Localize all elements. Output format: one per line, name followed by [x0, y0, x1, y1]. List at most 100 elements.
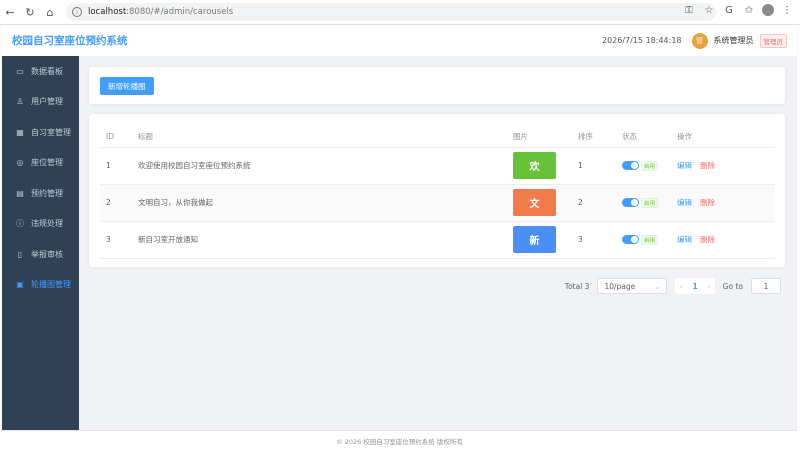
page-size-value: 10/page — [604, 281, 636, 291]
sidebar-item[interactable]: ▭ 数据看板 — [2, 56, 79, 87]
status-toggle[interactable] — [622, 198, 639, 207]
status-toggle[interactable] — [622, 161, 639, 170]
carousel-table: ID 标题 图片 排序 状态 操作 1 欢迎使用校园自习室座位预约系统欢 1 启用 编辑… — [100, 127, 775, 259]
cell-id: 2 — [100, 184, 138, 222]
status-tag: 启用 — [641, 160, 659, 171]
cell-image: 文 — [513, 184, 578, 222]
cell-order: 2 — [578, 184, 622, 222]
page-size-select[interactable]: 10/page ⌄ — [597, 278, 668, 294]
sidebar-item[interactable]: ⓘ 违规处理 — [2, 209, 79, 240]
sidebar-item[interactable]: ▤ 预约管理 — [2, 178, 79, 209]
home-icon[interactable]: ⌂ — [40, 0, 60, 25]
table-row: 2 文明自习，从你我做起文 2 启用 编辑 删除 — [100, 184, 775, 222]
star-icon[interactable]: ☆ — [702, 5, 716, 16]
role-badge: 管理员 — [759, 33, 787, 48]
edit-button[interactable]: 编辑 — [677, 235, 692, 244]
edit-button[interactable]: 编辑 — [677, 161, 692, 170]
user-icon: ♙ — [16, 97, 24, 107]
sidebar-item-label: 轮播图管理 — [31, 280, 71, 290]
sidebar-item-label: 座位管理 — [31, 158, 63, 168]
cell-title: 新自习室开放通知 — [138, 221, 513, 259]
delete-button[interactable]: 删除 — [700, 161, 715, 170]
delete-button[interactable]: 删除 — [700, 198, 715, 207]
header-actions[interactable]: 操作 — [677, 127, 775, 148]
back-icon[interactable]: ← — [0, 0, 20, 25]
extension-icon[interactable]: G — [722, 5, 736, 16]
delete-button[interactable]: 删除 — [700, 235, 715, 244]
picture-icon: ▣ — [16, 280, 24, 290]
add-carousel-button[interactable]: 新增轮播图 — [100, 77, 154, 95]
table-card: ID 标题 图片 排序 状态 操作 1 欢迎使用校园自习室座位预约系统欢 1 启用 编辑… — [89, 114, 785, 267]
prev-page-icon[interactable]: ‹ — [679, 282, 682, 291]
header-order[interactable]: 排序 — [578, 127, 622, 148]
status-tag: 启用 — [641, 197, 659, 208]
edit-button[interactable]: 编辑 — [677, 198, 692, 207]
cell-image: 欢 — [513, 147, 578, 185]
more-icon[interactable]: ⋮ — [780, 5, 794, 16]
building-icon: ▦ — [16, 127, 24, 137]
cell-title: 文明自习，从你我做起 — [138, 184, 513, 222]
carousel-thumbnail[interactable]: 文 — [513, 189, 556, 216]
goto-label: Go to — [722, 281, 743, 291]
header-status[interactable]: 状态 — [622, 127, 677, 148]
header-title[interactable]: 标题 — [138, 127, 513, 148]
cell-status: 启用 — [622, 147, 677, 185]
document-icon: ▯ — [17, 249, 23, 259]
avatar[interactable]: 管 — [691, 32, 708, 49]
location-icon: ◎ — [16, 158, 24, 168]
status-tag: 启用 — [641, 234, 659, 245]
cell-actions: 编辑 删除 — [677, 221, 775, 259]
url-host: localhost — [88, 7, 127, 17]
table-header-row: ID 标题 图片 排序 状态 操作 — [100, 127, 775, 148]
carousel-thumbnail[interactable]: 欢 — [513, 152, 556, 179]
next-page-icon[interactable]: › — [708, 282, 711, 291]
cell-actions: 编辑 删除 — [677, 147, 775, 185]
cell-title: 欢迎使用校园自习室座位预约系统 — [138, 147, 513, 185]
cell-order: 1 — [578, 147, 622, 185]
sidebar-item[interactable]: ♙ 用户管理 — [2, 87, 79, 118]
monitor-icon: ▭ — [16, 66, 24, 76]
status-toggle[interactable] — [622, 235, 639, 244]
sidebar-item-label: 违规处理 — [31, 219, 63, 229]
page-list: ‹ 1 › — [675, 278, 715, 294]
footer: © 2026 校园自习室座位预约系统 版权所有 — [2, 430, 797, 451]
address-bar[interactable]: i localhost:8080/#/admin/carousels — [66, 3, 716, 21]
cell-id: 1 — [100, 147, 138, 185]
table-row: 3 新自习室开放通知新 3 启用 编辑 删除 — [100, 221, 775, 259]
sidebar-item-label: 数据看板 — [31, 66, 63, 76]
header-id[interactable]: ID — [100, 127, 138, 148]
username[interactable]: 系统管理员 — [714, 35, 754, 46]
current-datetime: 2026/7/15 18:44:18 — [602, 36, 682, 45]
sidebar-item-label: 自习室管理 — [31, 127, 71, 137]
goto-page-input[interactable]: 1 — [751, 278, 781, 294]
sidebar: ▭ 数据看板 ♙ 用户管理 ▦ 自习室管理 ◎ 座位管理 ▤ 预约管理 ⓘ 违规处理 ▯ 举报审核 ▣ 轮播图… — [2, 56, 79, 430]
sidebar-item[interactable]: ▣ 轮播图管理 — [2, 270, 79, 301]
header-image[interactable]: 图片 — [513, 127, 578, 148]
cell-actions: 编辑 删除 — [677, 184, 775, 222]
total-count: Total 3 — [564, 281, 590, 291]
chevron-down-icon: ⌄ — [654, 281, 661, 291]
sidebar-item[interactable]: ◎ 座位管理 — [2, 148, 79, 179]
cell-id: 3 — [100, 221, 138, 259]
toolbar-card: 新增轮播图 — [89, 67, 785, 104]
app-title: 校园自习室座位预约系统 — [12, 35, 128, 47]
carousel-thumbnail[interactable]: 新 — [513, 226, 556, 253]
profile-icon[interactable] — [762, 4, 774, 16]
key-icon[interactable]: ⚿ — [682, 5, 696, 16]
pagination: Total 3 10/page ⌄ ‹ 1 › Go to 1 — [565, 278, 781, 294]
calendar-icon: ▤ — [16, 188, 24, 198]
warning-icon: ⓘ — [16, 219, 24, 229]
url-path: :8080/#/admin/carousels — [126, 7, 234, 17]
browser-toolbar: ← ↻ ⌂ i localhost:8080/#/admin/carousels… — [0, 0, 800, 25]
app-header: 校园自习室座位预约系统 2026/7/15 18:44:18 管 系统管理员 管… — [2, 25, 797, 56]
favorites-icon[interactable]: ✩ — [742, 5, 756, 16]
sidebar-item-label: 预约管理 — [31, 188, 63, 198]
reload-icon[interactable]: ↻ — [20, 0, 40, 25]
cell-image: 新 — [513, 221, 578, 259]
current-page[interactable]: 1 — [692, 282, 697, 291]
site-info-icon[interactable]: i — [72, 7, 82, 17]
sidebar-item[interactable]: ▯ 举报审核 — [2, 239, 79, 270]
table-row: 1 欢迎使用校园自习室座位预约系统欢 1 启用 编辑 删除 — [100, 147, 775, 185]
cell-status: 启用 — [622, 184, 677, 222]
sidebar-item[interactable]: ▦ 自习室管理 — [2, 117, 79, 148]
